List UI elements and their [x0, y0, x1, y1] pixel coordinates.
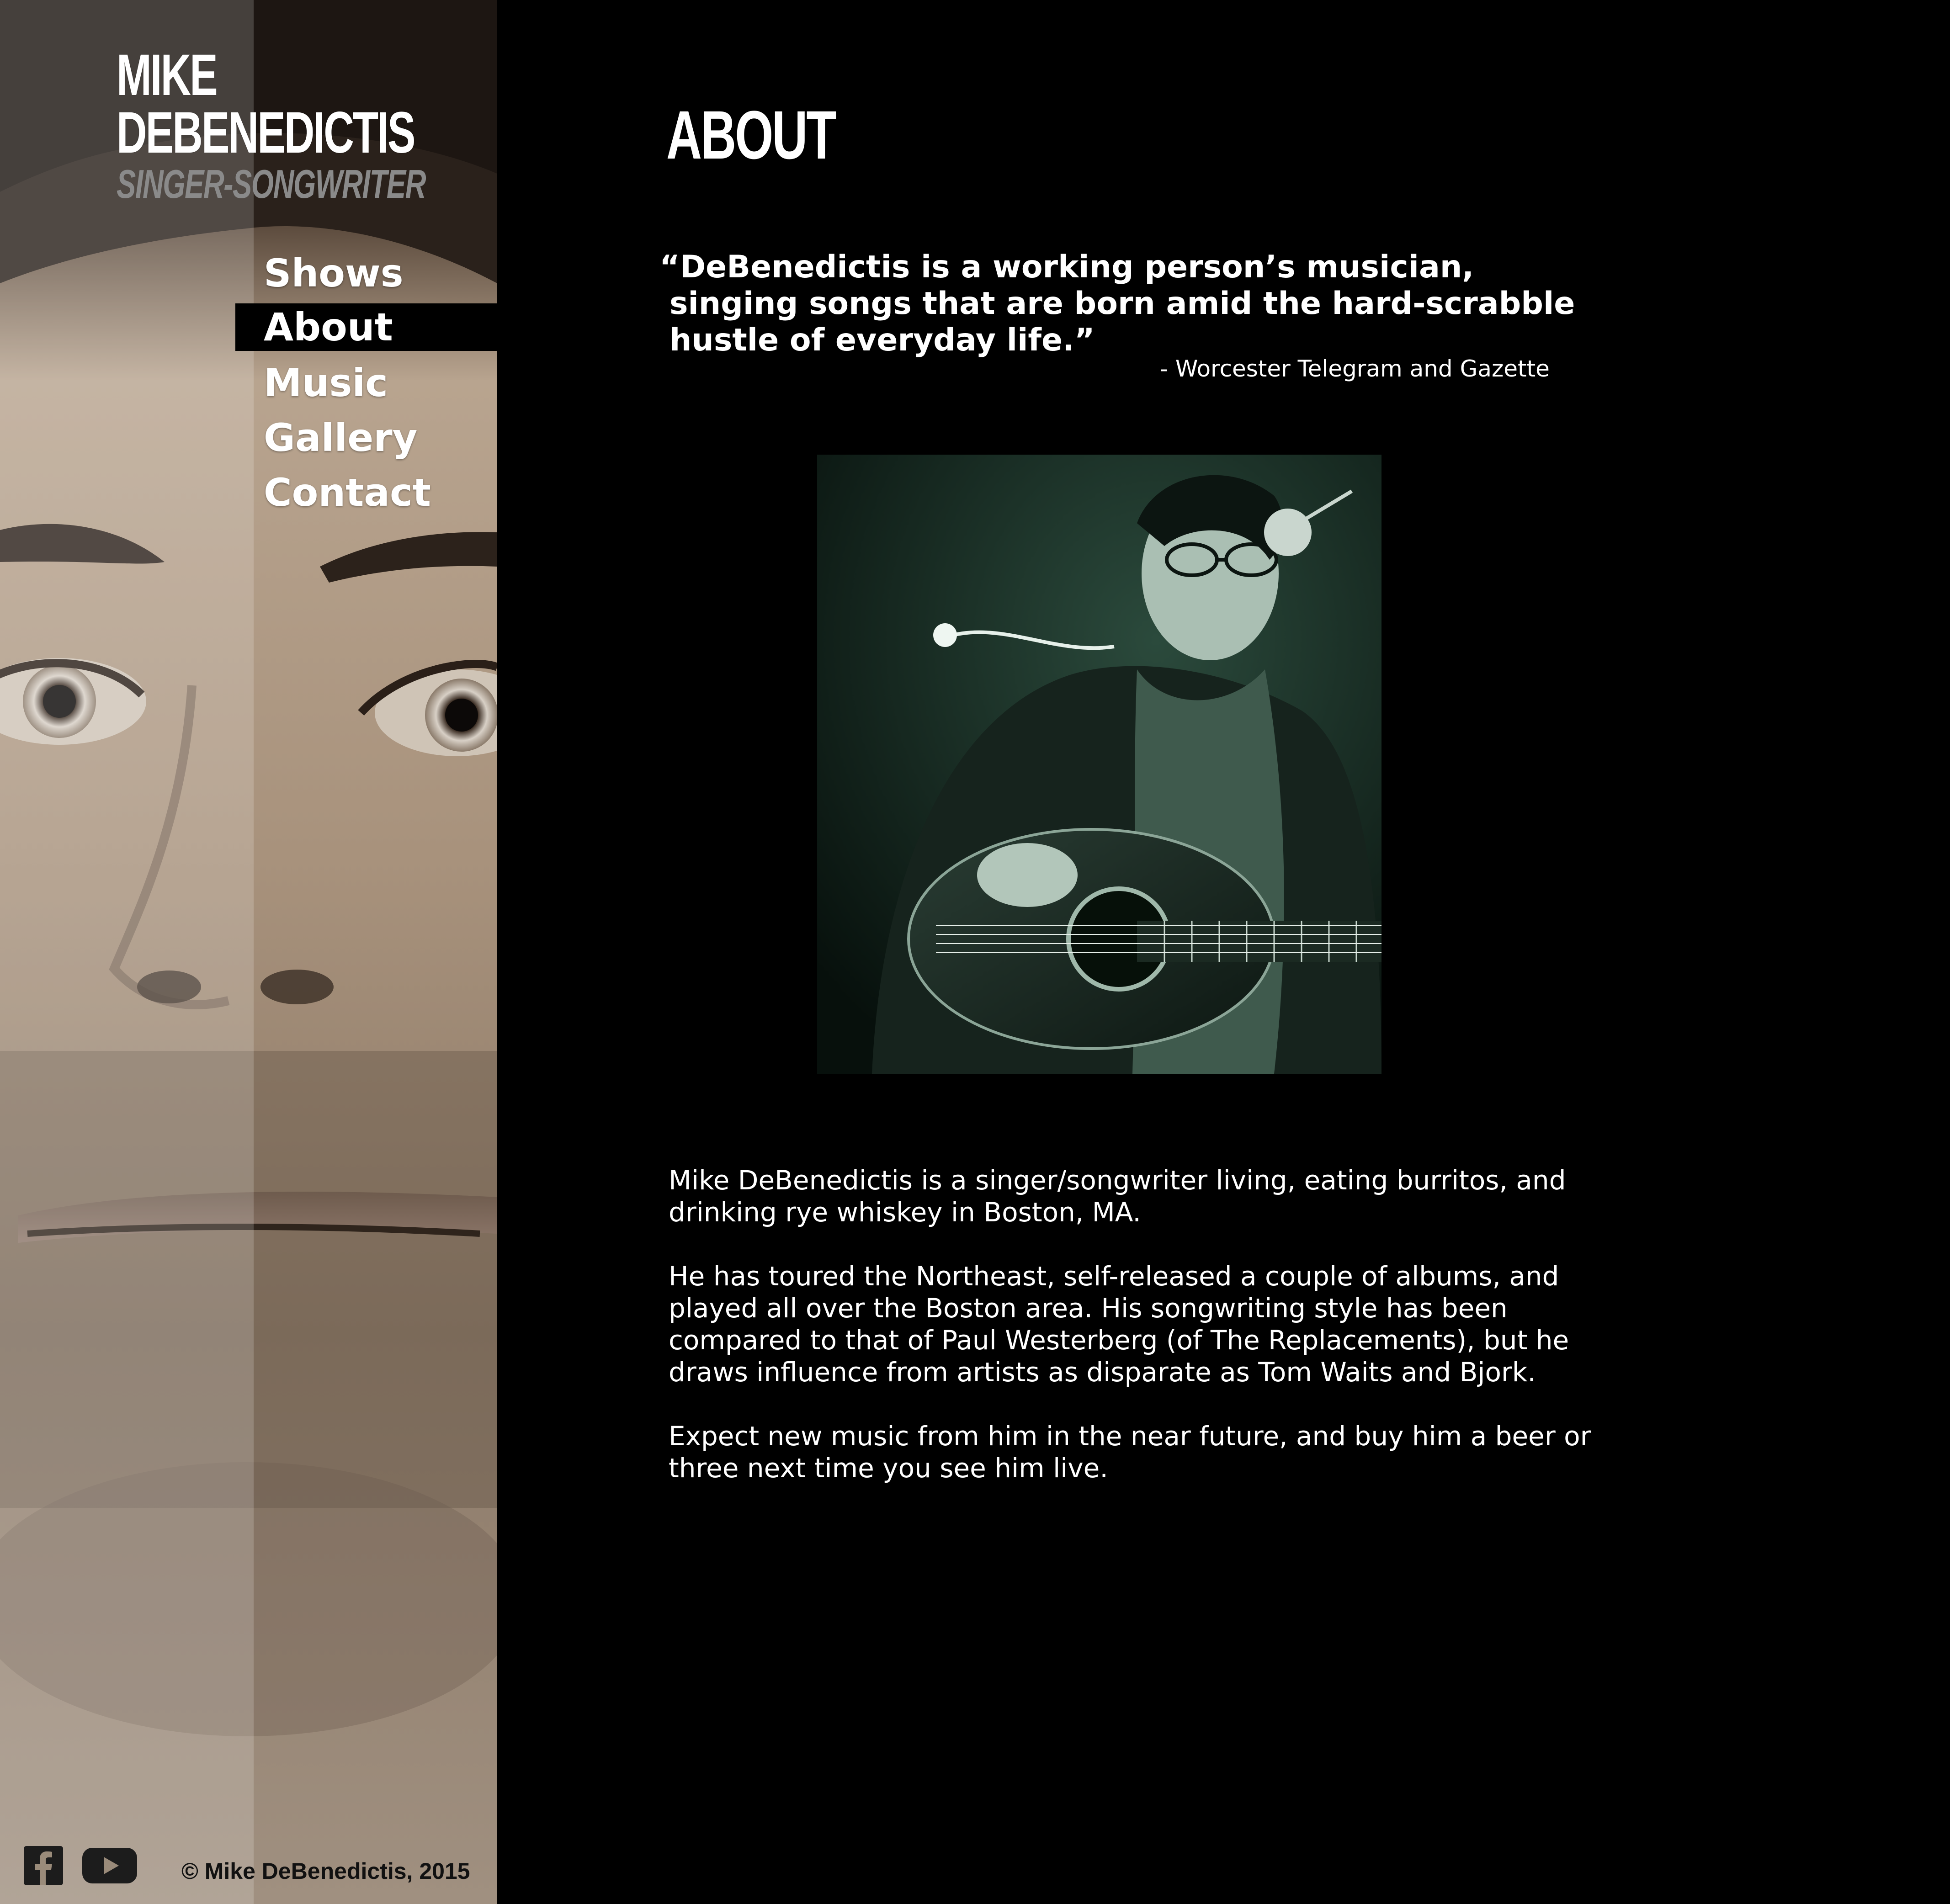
nav-item-about[interactable]: About — [235, 303, 497, 351]
main-nav: Shows About Music Gallery Contact — [235, 247, 497, 521]
facebook-icon — [24, 1846, 63, 1885]
sidebar-footer: © Mike DeBenedictis, 2015 — [24, 1846, 497, 1892]
main-content: ABOUT “DeBenedictis is a working person’… — [497, 0, 1950, 1904]
quote-line: “DeBenedictis is a working person’s musi… — [659, 249, 1474, 285]
quote-line: hustle of everyday life.” — [669, 322, 1095, 358]
performance-photo — [817, 455, 1381, 1074]
page: MIKE DEBENEDICTIS SINGER-SONGWRITER Show… — [0, 0, 1950, 1904]
bio-paragraph: Mike DeBenedictis is a singer/songwriter… — [669, 1165, 1566, 1228]
bio: Mike DeBenedictis is a singer/songwriter… — [669, 1164, 1720, 1516]
brand[interactable]: MIKE DEBENEDICTIS SINGER-SONGWRITER — [117, 42, 482, 207]
facebook-link[interactable] — [24, 1846, 63, 1885]
nav-item-shows[interactable]: Shows — [235, 247, 497, 302]
quote-attribution: - Worcester Telegram and Gazette — [1160, 355, 1550, 382]
nav-item-contact[interactable]: Contact — [235, 466, 497, 521]
sidebar: MIKE DEBENEDICTIS SINGER-SONGWRITER Show… — [0, 0, 497, 1904]
nav-item-gallery[interactable]: Gallery — [235, 411, 497, 466]
page-title: ABOUT — [666, 96, 836, 173]
portrait-highlight-strip — [0, 0, 254, 1904]
bio-paragraph: Expect new music from him in the near fu… — [669, 1421, 1591, 1484]
youtube-icon — [82, 1848, 137, 1883]
guitarist-photo — [817, 455, 1381, 1074]
press-quote: “DeBenedictis is a working person’s musi… — [659, 249, 1619, 359]
bio-paragraph: He has toured the Northeast, self-releas… — [669, 1261, 1569, 1388]
brand-name-last: DEBENEDICTIS — [117, 100, 415, 165]
quote-line: singing songs that are born amid the har… — [669, 286, 1575, 322]
brand-subtitle: SINGER-SONGWRITER — [117, 161, 426, 207]
brand-name-first: MIKE — [117, 42, 218, 108]
youtube-link[interactable] — [82, 1846, 137, 1885]
copyright-text: © Mike DeBenedictis, 2015 — [181, 1858, 470, 1884]
nav-item-music[interactable]: Music — [235, 356, 497, 411]
